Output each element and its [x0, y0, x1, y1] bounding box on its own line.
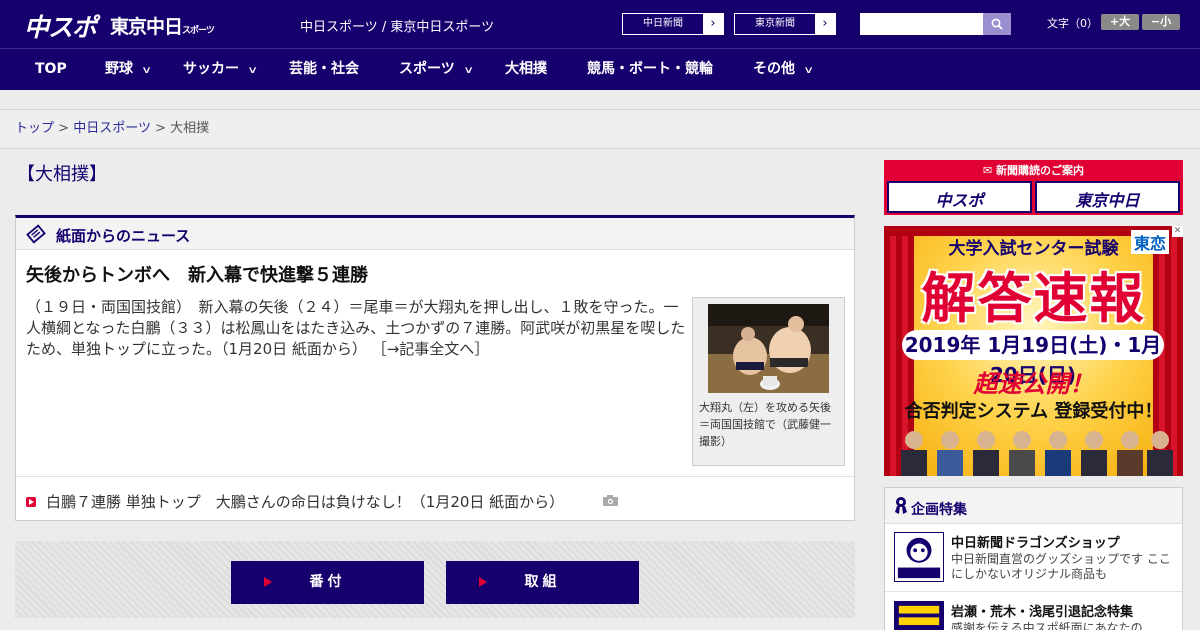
features-box: 企画特集 中日新聞ドラゴンズショップ 中日新聞直営のグッズショップです ここにし…	[884, 487, 1183, 630]
tokyo-logo-suffix: スポーツ	[182, 26, 215, 36]
nav-soccer[interactable]: サッカー ∨	[183, 49, 259, 90]
section-label: 紙面からのニュース	[56, 227, 191, 245]
tokyo-logo-text: 東京中日	[110, 16, 183, 38]
chevron-down-icon: ∨	[803, 65, 815, 76]
article-summary: （１９日・両国国技館） 新入幕の矢後（２４）＝尾車＝が大翔丸を押し出し、１敗を守…	[26, 297, 688, 360]
chevron-right-icon: ›	[703, 14, 723, 34]
breadcrumb-chunichi-sports[interactable]: 中日スポーツ	[73, 121, 151, 136]
related-article[interactable]: 白鵬７連勝 単独トップ 大鵬さんの命日は負けなし！（1月20日 紙面から）	[16, 476, 854, 522]
site-tagline: 中日スポーツ / 東京中日スポーツ	[300, 20, 495, 35]
subscribe-tokyo-label: 東京中日	[1075, 191, 1140, 210]
exam-results-ad[interactable]: 大学入試センター試験 東恋 解答速報 2019年 1月19日(土)・1月20日(…	[884, 226, 1183, 476]
photo-caption: 大翔丸（左）を攻める矢後＝両国国技館で（武藤健一撮影）	[699, 401, 831, 448]
search-icon	[991, 18, 1003, 30]
subscribe-chuspo-label: 中スポ	[935, 191, 984, 210]
breadcrumb-separator: >	[155, 121, 166, 136]
nav-entertainment[interactable]: 芸能・社会	[289, 49, 359, 90]
section-header: 紙面からのニュース	[16, 218, 854, 250]
top-header: 中スポ 東京中日スポーツ 中日スポーツ / 東京中日スポーツ 中日新聞 › 東京…	[0, 0, 1200, 48]
arrow-right-icon	[264, 577, 272, 587]
page-title: 【大相撲】	[17, 164, 107, 185]
search-button[interactable]	[983, 13, 1011, 35]
ad-people-image	[901, 431, 1173, 476]
play-bullet-icon	[26, 497, 36, 507]
nav-label: スポーツ	[399, 61, 455, 77]
arrow-right-icon	[479, 577, 487, 587]
chevron-down-icon: ∨	[462, 65, 474, 76]
nav-label: サッカー	[183, 61, 239, 77]
subscribe-chuspo[interactable]: 中スポ	[887, 181, 1032, 213]
sumo-photo[interactable]	[708, 304, 829, 393]
text-size-larger-button[interactable]: +大	[1101, 14, 1139, 30]
nav-label: TOP	[35, 61, 67, 77]
nav-baseball[interactable]: 野球 ∨	[105, 49, 153, 90]
search-input[interactable]	[860, 13, 983, 35]
read-more-link[interactable]: ［→記事全文へ］	[372, 340, 490, 358]
breadcrumb-separator: >	[58, 121, 70, 136]
ad-system-text: 合否判定システム 登録受付中！	[904, 401, 1163, 422]
button-label: 取組	[524, 574, 561, 590]
text-size-label: 文字（0）	[1047, 17, 1098, 30]
nav-other[interactable]: その他 ∨	[753, 49, 815, 90]
main-nav: TOP 野球 ∨ サッカー ∨ 芸能・社会 スポーツ ∨ 大相撲 競馬・ボート・競輪 …	[0, 48, 1200, 90]
chuspo-logo[interactable]: 中スポ	[24, 8, 97, 44]
breadcrumb-top[interactable]: トップ	[15, 121, 54, 136]
chevron-down-icon: ∨	[247, 65, 259, 76]
nav-label: 野球	[105, 61, 133, 77]
feature-item[interactable]: 岩瀬・荒木・浅尾引退記念特集 感謝を伝える中スポ紙面にあなたの	[885, 593, 1182, 630]
button-label: 番付	[309, 574, 346, 590]
feature-description: 感謝を伝える中スポ紙面にあなたの	[951, 621, 1143, 630]
subscription-heading-text: 新聞購読のご案内	[996, 164, 1085, 177]
retirement-special-thumbnail	[894, 601, 944, 630]
nav-label: 大相撲	[505, 61, 547, 77]
chunichi-shimbun-link[interactable]: 中日新聞 ›	[622, 13, 724, 35]
newspaper-news-section: 紙面からのニュース 矢後からトンボへ 新入幕で快進撃５連勝 （１９日・両国国技館…	[15, 215, 855, 521]
article-body-text: （１９日・両国国技館） 新入幕の矢後（２４）＝尾車＝が大翔丸を押し出し、１敗を守…	[26, 298, 686, 358]
newspaper-icon	[26, 224, 46, 244]
article-photo-box: 大翔丸（左）を攻める矢後＝両国国技館で（武藤健一撮影）	[692, 297, 845, 466]
article-headline[interactable]: 矢後からトンボへ 新入幕で快進撃５連勝	[26, 261, 368, 287]
feature-item[interactable]: 中日新聞ドラゴンズショップ 中日新聞直営のグッズショップです ここにしかないオリ…	[885, 524, 1182, 592]
subscription-heading: ✉ 新聞購読のご案内	[982, 164, 1085, 177]
ad-fast-release: 超速公開！	[973, 370, 1094, 398]
camera-icon	[603, 495, 618, 506]
ad-brand-logo: 東恋	[1130, 230, 1169, 254]
header-spacer	[0, 90, 1200, 110]
torikumi-button[interactable]: 取組	[446, 561, 639, 604]
features-header: 企画特集	[885, 488, 1182, 524]
breadcrumb-current: 大相撲	[170, 121, 210, 136]
feature-description: 中日新聞直営のグッズショップです ここにしかないオリジナル商品も	[951, 552, 1171, 581]
ad-close-button[interactable]: ✕	[1172, 226, 1183, 237]
nav-top[interactable]: TOP	[35, 49, 67, 90]
text-size-smaller-button[interactable]: −小	[1142, 14, 1180, 30]
nav-label: その他	[753, 61, 795, 77]
banzuke-button[interactable]: 番付	[231, 561, 424, 604]
ad-headline: 解答速報	[921, 267, 1146, 330]
tokyo-chunichi-logo[interactable]: 東京中日スポーツ	[110, 12, 215, 39]
ext-link-label: 東京新聞	[755, 18, 795, 29]
nav-sumo[interactable]: 大相撲	[505, 49, 547, 90]
feature-title[interactable]: 岩瀬・荒木・浅尾引退記念特集	[951, 601, 1133, 620]
chevron-right-icon: ›	[815, 14, 835, 34]
nav-label: 芸能・社会	[289, 61, 359, 77]
features-heading: 企画特集	[911, 502, 967, 518]
chevron-down-icon: ∨	[141, 65, 153, 76]
ext-link-label: 中日新聞	[643, 18, 683, 29]
feature-title[interactable]: 中日新聞ドラゴンズショップ	[951, 532, 1120, 551]
breadcrumb: トップ > 中日スポーツ > 大相撲	[0, 111, 1200, 149]
ad-dates: 2019年 1月19日(土)・1月20日(日)	[902, 330, 1164, 387]
nav-keiba[interactable]: 競馬・ボート・競輪	[587, 49, 713, 90]
sumo-button-area: 番付 取組	[15, 541, 855, 618]
nav-label: 競馬・ボート・競輪	[587, 61, 713, 77]
ribbon-icon	[895, 497, 907, 514]
related-article-link[interactable]: 白鵬７連勝 単独トップ 大鵬さんの命日は負けなし！（1月20日 紙面から）	[46, 491, 564, 512]
nav-sports[interactable]: スポーツ ∨	[399, 49, 474, 90]
tokyo-shimbun-link[interactable]: 東京新聞 ›	[734, 13, 836, 35]
dragons-shop-thumbnail	[894, 532, 944, 582]
subscription-banner[interactable]: ✉ 新聞購読のご案内 中スポ 東京中日	[884, 160, 1183, 215]
subscribe-tokyo-chunichi[interactable]: 東京中日	[1035, 181, 1180, 213]
